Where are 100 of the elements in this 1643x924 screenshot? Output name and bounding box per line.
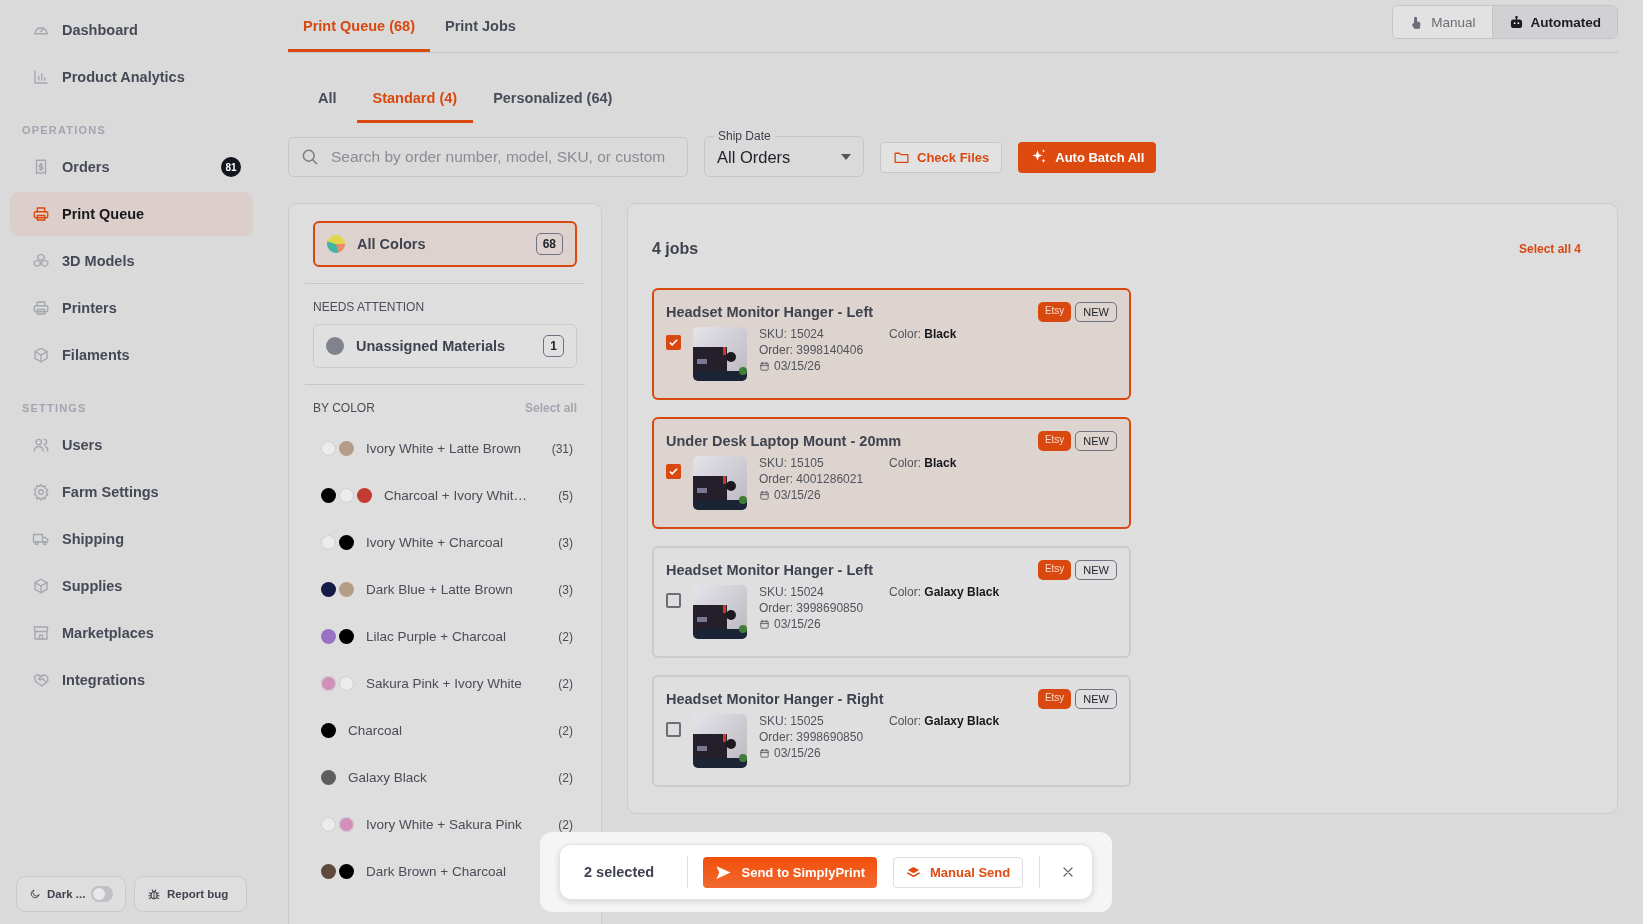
order-number: Order: 3998690850 [759,601,865,615]
color-filter[interactable]: Dark Brown + Charcoal [305,848,585,895]
unassigned-filter[interactable]: Unassigned Materials 1 [313,324,577,368]
search-field[interactable]: Search by order number, model, SKU, or custom [288,137,688,177]
sidebar-item[interactable]: Supplies [10,564,253,608]
marketplace-tag: Etsy [1037,560,1072,580]
sidebar-item[interactable]: Farm Settings [10,470,253,514]
color-filter[interactable]: Charcoal + Ivory Whit… (5) [305,472,585,519]
handshake-icon [32,671,50,689]
manual-send-button[interactable]: Manual Send [893,856,1024,888]
ship-date: 03/15/26 [774,617,821,631]
sidebar-item[interactable]: Marketplaces [10,611,253,655]
checkbox[interactable] [666,335,681,350]
tab[interactable]: Print Jobs [430,18,531,52]
boxes-icon [32,252,50,270]
job-title: Headset Monitor Hanger - Right [666,691,884,707]
status-tag: NEW [1075,689,1117,709]
send-button[interactable]: Send to SimplyPrint [703,856,877,888]
report-bug-button[interactable]: Report bug [134,876,247,912]
checkbox[interactable] [666,722,681,737]
sidebar-item[interactable]: Filaments [10,333,253,377]
checkbox[interactable] [666,464,681,479]
calendar-icon [759,747,770,759]
job-title: Headset Monitor Hanger - Left [666,304,874,320]
status-tag: NEW [1075,302,1117,322]
section-heading: SETTINGS [21,401,88,416]
count-badge: 81 [221,157,241,177]
select-all-link[interactable]: Select all 4 [1518,242,1581,256]
bug-icon [147,887,161,901]
sidebar-item[interactable]: Orders 81 [10,145,253,189]
job-card[interactable]: Under Desk Laptop Mount - 20mm Etsy NEW SKU: 15105 Order: 4001286021 03/15/26 Color: Black [652,417,1131,529]
marketplace-tag: Etsy [1037,689,1072,709]
color-filter[interactable]: Dark Blue + Latte Brown (3) [305,566,585,613]
sidebar-item[interactable]: Product Analytics [10,55,253,99]
printer-icon [32,205,50,223]
check-icon [668,466,679,477]
users-icon [32,436,50,454]
cube-icon [32,346,50,364]
sidebar-item[interactable]: Printers [10,286,253,330]
color-filter[interactable]: Sakura Pink + Ivory White (2) [305,660,585,707]
job-title: Under Desk Laptop Mount - 20mm [666,433,902,449]
color-filter[interactable]: Ivory White + Latte Brown (31) [305,425,585,472]
sidebar-item[interactable]: Users [10,423,253,467]
mode-option[interactable]: Manual [1393,6,1492,38]
sidebar-item[interactable]: 3D Models [10,239,253,283]
robot-icon [1508,14,1524,30]
order-number: Order: 3998690850 [759,730,865,744]
job-card[interactable]: Headset Monitor Hanger - Right Etsy NEW SKU: 15025 Order: 3998690850 03/15/26 Color: Galaxy Black [652,675,1131,787]
job-count: 4 jobs [652,240,699,258]
color-text: Color: Black [889,456,957,470]
tab[interactable]: All [302,90,353,123]
bar-chart-icon [32,68,50,86]
job-title: Headset Monitor Hanger - Left [666,562,874,578]
sidebar-item[interactable]: Integrations [10,658,253,702]
sidebar-item[interactable]: Dashboard [10,8,253,52]
color-filter[interactable]: Galaxy Black (2) [305,754,585,801]
toggle-switch[interactable] [91,886,113,902]
store-icon [32,624,50,642]
status-tag: NEW [1075,560,1117,580]
dark-mode-toggle[interactable]: Dark ... [16,876,126,912]
check-icon [668,337,679,348]
color-text: Color: Black [889,327,957,341]
caret-icon [841,154,851,160]
sku-text: SKU: 15024 [759,327,825,341]
check-files-button[interactable]: Check Files [880,141,1003,173]
ship-date: 03/15/26 [774,488,821,502]
checkbox[interactable] [666,593,681,608]
status-tag: NEW [1075,431,1117,451]
order-number: Order: 4001286021 [759,472,865,486]
color-filter[interactable]: Ivory White + Charcoal (3) [305,519,585,566]
job-card[interactable]: Headset Monitor Hanger - Left Etsy NEW SKU: 15024 Order: 3998140406 03/15/26 Color: Black [652,288,1131,400]
color-filter[interactable]: Lilac Purple + Charcoal (2) [305,613,585,660]
color-wheel-icon [327,235,345,253]
moon-icon [29,888,41,900]
settings-icon [32,483,50,501]
count-badge: 1 [543,335,564,357]
color-filter[interactable]: Ivory White + Sakura Pink (2) [305,801,585,848]
cube-icon [32,577,50,595]
all-colors-filter[interactable]: All Colors 68 [313,221,577,267]
calendar-icon [759,618,770,630]
tab[interactable]: Personalized (64) [477,90,629,123]
search-icon [300,147,320,167]
status-dot [326,337,344,355]
count-badge: 68 [535,233,563,255]
marketplace-tag: Etsy [1037,431,1072,451]
auto-batch-button[interactable]: Auto Batch All [1018,141,1157,173]
color-text: Color: Galaxy Black [889,585,1000,599]
sidebar-item[interactable]: Shipping [10,517,253,561]
marketplace-tag: Etsy [1037,302,1072,322]
color-filter[interactable]: Charcoal (2) [305,707,585,754]
sidebar-item[interactable]: Print Queue [10,192,253,236]
mode-option[interactable]: Automated [1491,6,1617,38]
selection-count: 2 selected [584,864,656,880]
printer-icon [32,299,50,317]
ship-date-select[interactable]: Ship Date All Orders [704,129,864,177]
calendar-icon [759,489,770,501]
sku-text: SKU: 15025 [759,714,825,728]
ship-date: 03/15/26 [774,359,821,373]
job-card[interactable]: Headset Monitor Hanger - Left Etsy NEW SKU: 15024 Order: 3998690850 03/15/26 Color: Galaxy Black [652,546,1131,658]
sku-text: SKU: 15105 [759,456,825,470]
